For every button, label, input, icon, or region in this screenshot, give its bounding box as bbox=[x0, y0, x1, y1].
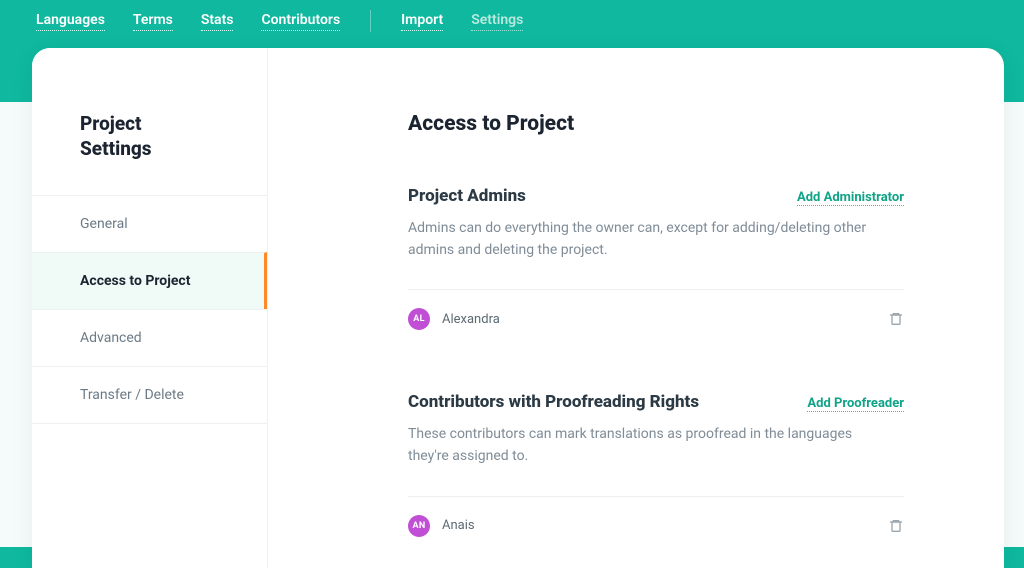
trash-icon[interactable] bbox=[888, 310, 904, 328]
proofreader-user-row: AN Anais bbox=[408, 496, 904, 555]
page-title: Access to Project bbox=[408, 112, 904, 136]
settings-card: Project Settings General Access to Proje… bbox=[32, 48, 1004, 568]
proofreaders-section: Contributors with Proofreading Rights Ad… bbox=[408, 392, 904, 554]
nav-contributors[interactable]: Contributors bbox=[261, 12, 340, 31]
nav-settings[interactable]: Settings bbox=[471, 12, 523, 31]
avatar: AL bbox=[408, 308, 430, 330]
proofreader-user-name: Anais bbox=[442, 518, 475, 533]
main-panel: Access to Project Project Admins Add Adm… bbox=[268, 48, 1004, 568]
add-administrator-link[interactable]: Add Administrator bbox=[797, 190, 904, 206]
nav-languages[interactable]: Languages bbox=[36, 12, 105, 31]
sidebar: Project Settings General Access to Proje… bbox=[32, 48, 268, 568]
sidebar-title-line1: Project bbox=[80, 112, 142, 135]
nav-import[interactable]: Import bbox=[401, 12, 443, 31]
sidebar-item-access[interactable]: Access to Project bbox=[32, 252, 267, 309]
sidebar-item-general[interactable]: General bbox=[32, 195, 267, 252]
sidebar-title-line2: Settings bbox=[80, 137, 152, 160]
admin-user-name: Alexandra bbox=[442, 312, 500, 327]
avatar: AN bbox=[408, 515, 430, 537]
sidebar-title: Project Settings bbox=[32, 48, 267, 195]
trash-icon[interactable] bbox=[888, 517, 904, 535]
nav-stats[interactable]: Stats bbox=[201, 12, 234, 31]
admins-description: Admins can do everything the owner can, … bbox=[408, 218, 868, 261]
admins-section: Project Admins Add Administrator Admins … bbox=[408, 186, 904, 348]
nav-divider bbox=[370, 10, 371, 32]
admins-heading: Project Admins bbox=[408, 186, 526, 206]
sidebar-item-transfer[interactable]: Transfer / Delete bbox=[32, 366, 267, 424]
top-nav: Languages Terms Stats Contributors Impor… bbox=[0, 0, 1024, 48]
sidebar-item-advanced[interactable]: Advanced bbox=[32, 309, 267, 366]
nav-terms[interactable]: Terms bbox=[133, 12, 173, 31]
proofreaders-heading: Contributors with Proofreading Rights bbox=[408, 392, 699, 412]
proofreaders-description: These contributors can mark translations… bbox=[408, 424, 868, 467]
admin-user-row: AL Alexandra bbox=[408, 289, 904, 348]
add-proofreader-link[interactable]: Add Proofreader bbox=[807, 396, 904, 412]
